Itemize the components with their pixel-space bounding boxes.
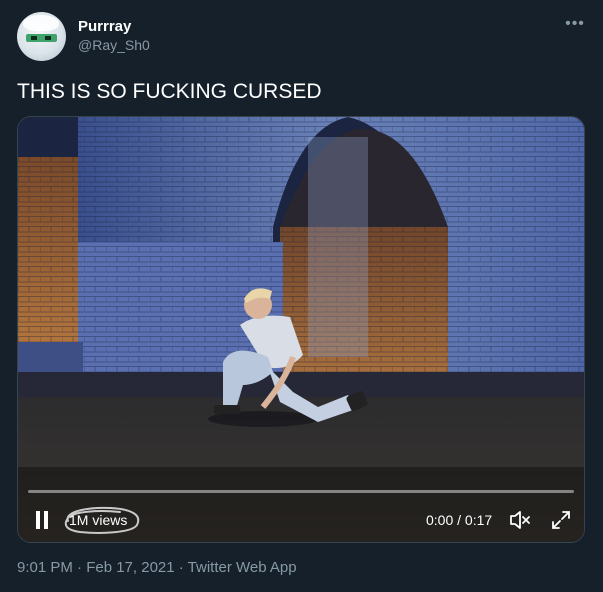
views-count: 1M views bbox=[60, 503, 142, 537]
author-handle[interactable]: @Ray_Sh0 bbox=[78, 37, 150, 53]
tweet-timestamp[interactable]: 9:01 PM · Feb 17, 2021 · Twitter Web App bbox=[17, 559, 297, 576]
fullscreen-icon[interactable] bbox=[550, 509, 572, 531]
avatar-hair bbox=[23, 15, 59, 31]
volume-muted-icon[interactable] bbox=[508, 509, 532, 531]
video-progress-bar[interactable] bbox=[28, 490, 574, 493]
video-time: 0:00 / 0:17 bbox=[426, 512, 493, 528]
pause-icon[interactable] bbox=[34, 511, 50, 529]
video-player[interactable]: 1M views 0:00 / 0:17 bbox=[17, 116, 585, 543]
tweet-text: THIS IS SO FUCKING CURSED bbox=[17, 80, 322, 103]
views-label: 1M views bbox=[69, 512, 128, 528]
avatar[interactable] bbox=[17, 12, 66, 61]
video-frame bbox=[18, 117, 584, 542]
tweet-card: Purrray @Ray_Sh0 ••• THIS IS SO FUCKING … bbox=[0, 0, 603, 592]
avatar-glasses bbox=[26, 34, 57, 42]
more-icon[interactable]: ••• bbox=[563, 14, 587, 38]
author-display-name[interactable]: Purrray bbox=[78, 18, 131, 35]
